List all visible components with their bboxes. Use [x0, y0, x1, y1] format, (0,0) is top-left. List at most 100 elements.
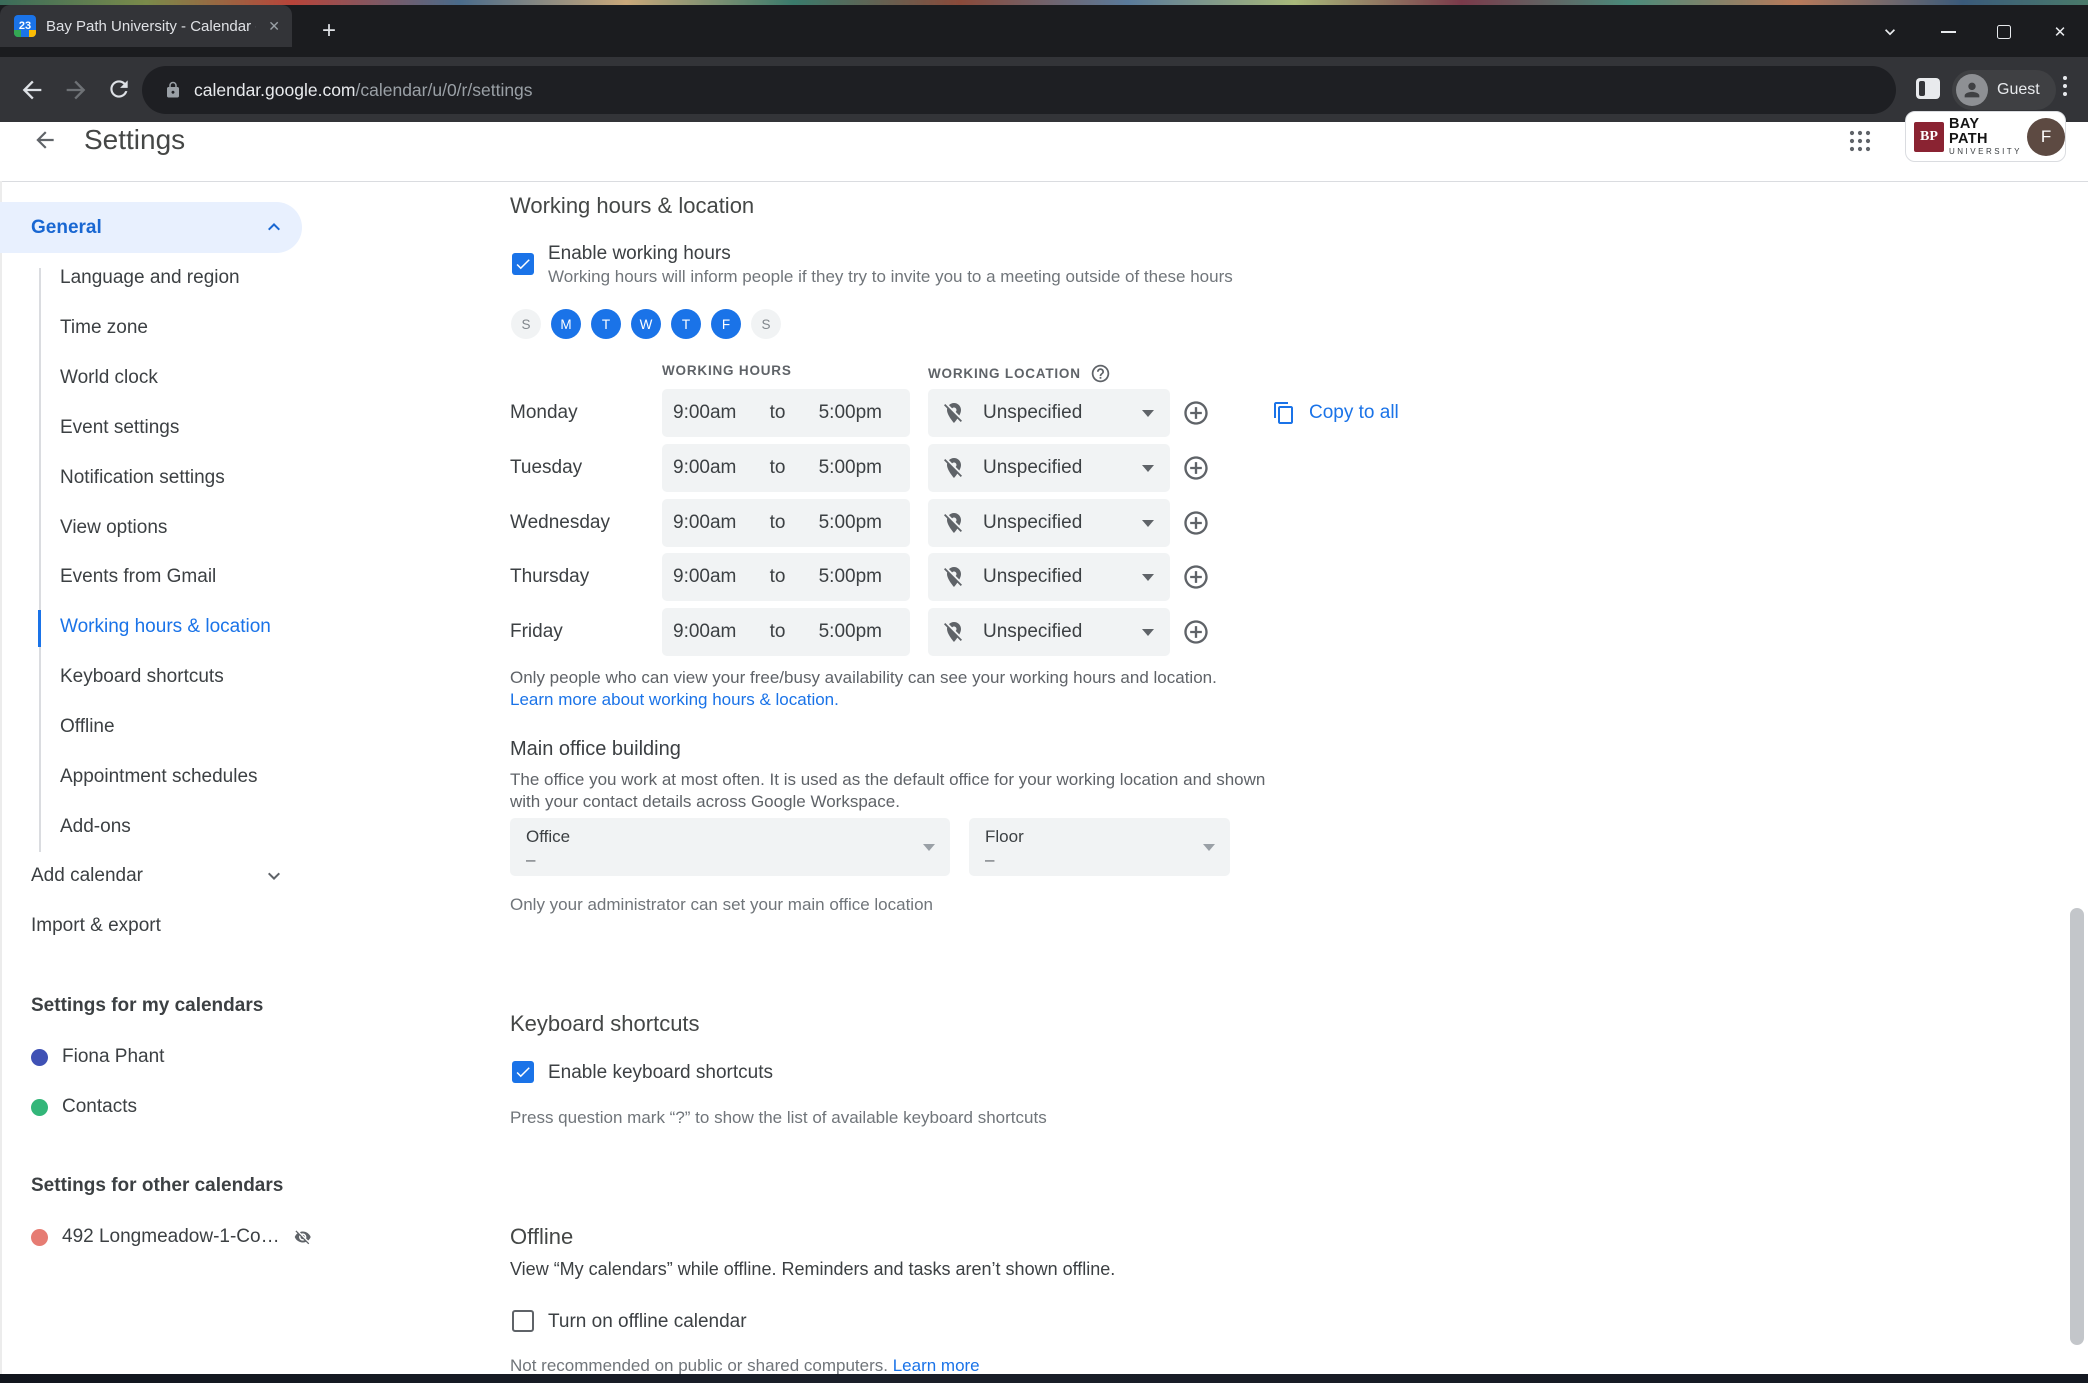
dropdown-caret-icon	[1142, 629, 1154, 636]
account-card[interactable]: BP BAY PATH UNIVERSITY F	[1905, 111, 2066, 162]
settings-header	[0, 122, 2088, 182]
sidebar-item-add-ons[interactable]: Add-ons	[60, 802, 340, 852]
calendar-favicon-icon: 23	[14, 15, 36, 37]
hours-range-field[interactable]: 9:00am to 5:00pm	[662, 389, 910, 437]
start-time[interactable]: 9:00am	[673, 402, 736, 424]
end-time[interactable]: 5:00pm	[819, 566, 882, 588]
calendar-color-dot	[31, 1099, 48, 1116]
working-location-select[interactable]: Unspecified	[928, 608, 1170, 656]
scrollbar-thumb[interactable]	[2070, 908, 2084, 1345]
enable-working-hours-description: Working hours will inform people if they…	[548, 267, 1233, 287]
profile-label: Guest	[1997, 81, 2040, 99]
dropdown-caret-icon	[1142, 574, 1154, 581]
end-time[interactable]: 5:00pm	[819, 621, 882, 643]
end-time[interactable]: 5:00pm	[819, 512, 882, 534]
bay-path-logo: BAY PATH UNIVERSITY	[1949, 117, 2022, 156]
chevron-down-icon	[262, 864, 286, 893]
add-time-period-button[interactable]	[1182, 563, 1210, 591]
back-button[interactable]	[32, 127, 58, 153]
working-location-column-header: WORKING LOCATION	[928, 363, 1111, 384]
end-time[interactable]: 5:00pm	[819, 457, 882, 479]
start-time[interactable]: 9:00am	[673, 512, 736, 534]
location-value: Unspecified	[983, 621, 1082, 643]
to-label: to	[770, 402, 786, 424]
start-time[interactable]: 9:00am	[673, 566, 736, 588]
day-chip[interactable]: T	[671, 309, 701, 339]
add-time-period-button[interactable]	[1182, 618, 1210, 646]
day-chip[interactable]: S	[511, 309, 541, 339]
working-hours-row: Thursday 9:00am to 5:00pm Unspecified	[0, 553, 2088, 601]
chevron-up-icon	[262, 215, 286, 244]
sidebar-calendar-contacts[interactable]: Contacts	[31, 1089, 311, 1125]
tab-close-icon[interactable]: ✕	[266, 16, 282, 37]
window-edge	[0, 181, 2, 1374]
window-minimize-button[interactable]	[1934, 22, 1962, 42]
enable-keyboard-shortcuts-checkbox[interactable]	[512, 1061, 534, 1083]
hours-range-field[interactable]: 9:00am to 5:00pm	[662, 499, 910, 547]
page-title: Settings	[84, 124, 185, 156]
window-close-button[interactable]: ✕	[2046, 22, 2074, 42]
office-select[interactable]: Office –	[510, 818, 950, 876]
day-chip[interactable]: S	[751, 309, 781, 339]
hours-range-field[interactable]: 9:00am to 5:00pm	[662, 553, 910, 601]
enable-working-hours-checkbox[interactable]	[512, 253, 534, 275]
sidebar-item-appointment-schedules[interactable]: Appointment schedules	[60, 752, 340, 802]
tab-search-chevron-icon[interactable]	[1876, 22, 1904, 42]
location-off-icon	[942, 456, 966, 480]
add-time-period-button[interactable]	[1182, 454, 1210, 482]
offline-learn-more-link[interactable]: Learn more	[893, 1356, 980, 1375]
sidebar-section-general[interactable]: General	[0, 202, 302, 253]
working-hours-heading: Working hours & location	[510, 193, 754, 219]
working-location-select[interactable]: Unspecified	[928, 553, 1170, 601]
visibility-off-icon	[294, 1225, 311, 1249]
add-time-period-button[interactable]	[1182, 509, 1210, 537]
browser-back-button[interactable]	[18, 76, 46, 104]
browser-tab[interactable]: 23 Bay Path University - Calendar - G ✕	[0, 5, 292, 47]
profile-chip[interactable]: Guest	[1952, 70, 2056, 110]
sidebar-calendar-492-longmeadow[interactable]: 492 Longmeadow-1-Co…	[31, 1219, 311, 1255]
sidebar-item-time-zone[interactable]: Time zone	[60, 303, 340, 353]
sidebar-calendar-fiona-phant[interactable]: Fiona Phant	[31, 1039, 311, 1075]
day-chip[interactable]: F	[711, 309, 741, 339]
add-time-period-button[interactable]	[1182, 399, 1210, 427]
to-label: to	[770, 512, 786, 534]
enable-keyboard-shortcuts-label: Enable keyboard shortcuts	[548, 1061, 773, 1084]
admin-note: Only your administrator can set your mai…	[510, 895, 933, 915]
working-location-select[interactable]: Unspecified	[928, 499, 1170, 547]
browser-titlebar: 23 Bay Path University - Calendar - G ✕	[0, 5, 2088, 57]
hours-range-field[interactable]: 9:00am to 5:00pm	[662, 608, 910, 656]
working-location-select[interactable]: Unspecified	[928, 389, 1170, 437]
side-panel-icon[interactable]	[1916, 78, 1940, 99]
help-icon[interactable]	[1090, 363, 1111, 384]
screen: 23 Bay Path University - Calendar - G ✕ …	[0, 0, 2088, 1383]
start-time[interactable]: 9:00am	[673, 621, 736, 643]
location-value: Unspecified	[983, 402, 1082, 424]
copy-to-all-button[interactable]: Copy to all	[1272, 389, 1399, 437]
working-hours-learn-more-link[interactable]: Learn more about working hours & locatio…	[510, 690, 839, 710]
new-tab-button[interactable]: +	[322, 22, 336, 40]
working-hours-column-header: WORKING HOURS	[662, 363, 792, 378]
hours-range-field[interactable]: 9:00am to 5:00pm	[662, 444, 910, 492]
address-bar[interactable]: calendar.google.com/calendar/u/0/r/setti…	[142, 66, 1896, 114]
window-maximize-button[interactable]	[1990, 22, 2018, 42]
browser-reload-button[interactable]	[106, 76, 134, 104]
sidebar-item-keyboard-shortcuts[interactable]: Keyboard shortcuts	[60, 652, 340, 702]
floor-select[interactable]: Floor –	[969, 818, 1230, 876]
working-location-select[interactable]: Unspecified	[928, 444, 1170, 492]
enable-working-hours-label: Enable working hours	[548, 242, 731, 265]
browser-forward-button[interactable]	[62, 76, 90, 104]
day-chip[interactable]: M	[551, 309, 581, 339]
start-time[interactable]: 9:00am	[673, 457, 736, 479]
browser-menu-icon[interactable]	[2062, 76, 2068, 96]
main-office-description: The office you work at most often. It is…	[510, 769, 1272, 812]
day-chip[interactable]: T	[591, 309, 621, 339]
sidebar-item-language-and-region[interactable]: Language and region	[60, 253, 340, 303]
google-apps-grid-icon[interactable]	[1848, 129, 1872, 153]
avatar[interactable]: F	[2027, 118, 2065, 156]
end-time[interactable]: 5:00pm	[819, 402, 882, 424]
day-label: Tuesday	[510, 444, 582, 492]
sidebar-item-offline[interactable]: Offline	[60, 702, 340, 752]
turn-on-offline-calendar-checkbox[interactable]	[512, 1310, 534, 1332]
day-chip[interactable]: W	[631, 309, 661, 339]
sidebar-item-import-export[interactable]: Import & export	[31, 901, 311, 951]
